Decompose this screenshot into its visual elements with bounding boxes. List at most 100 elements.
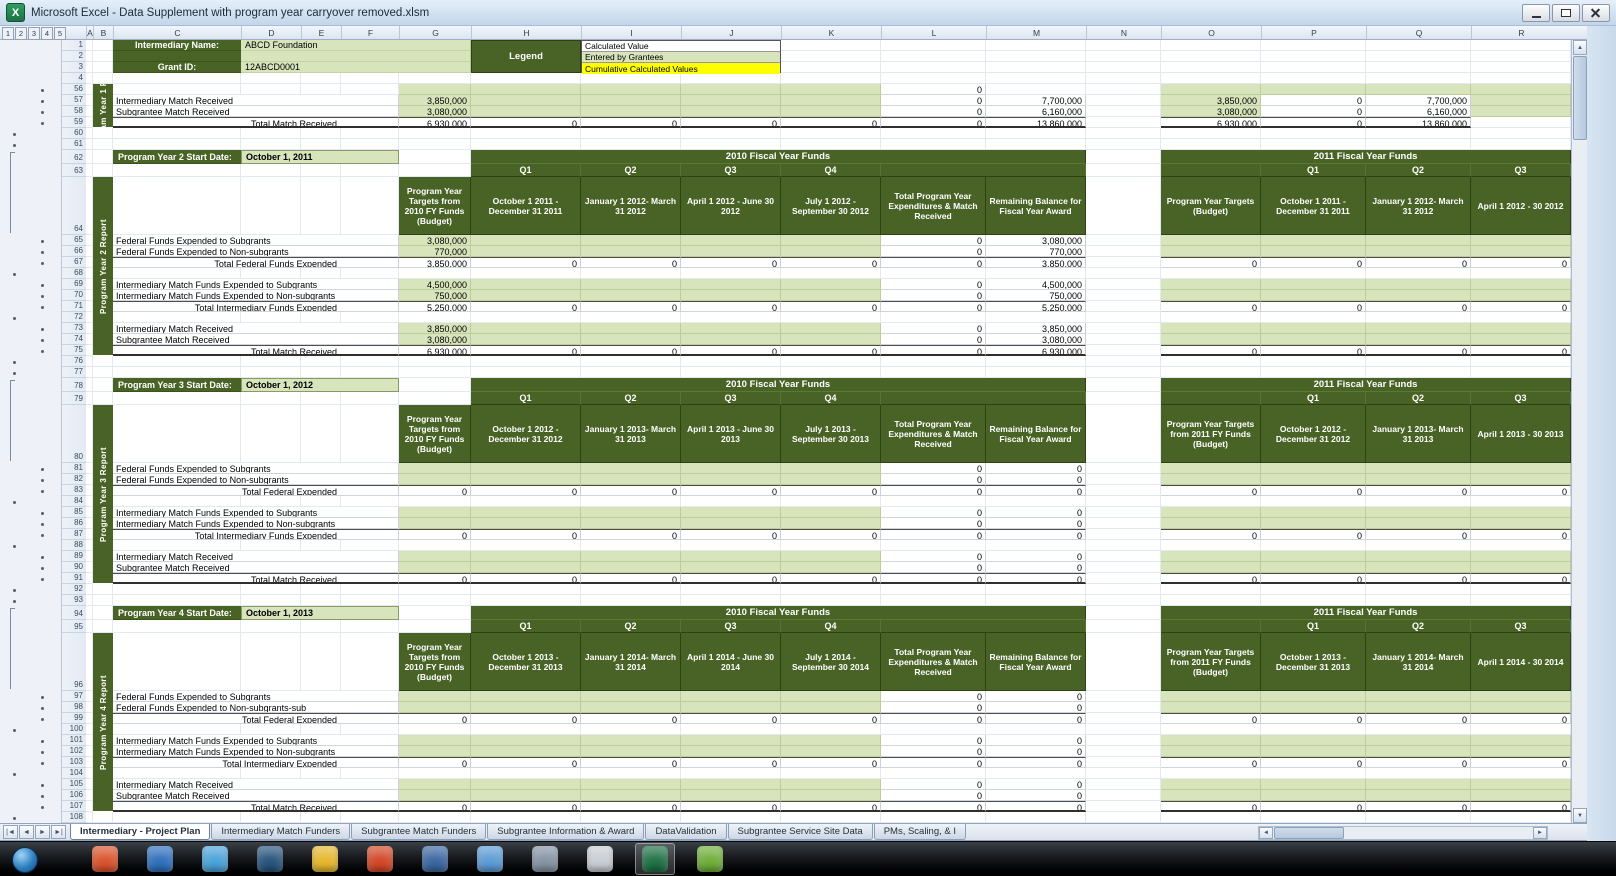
- row-header-72[interactable]: 72: [62, 312, 86, 323]
- taskbar-folder-icon[interactable]: [312, 846, 338, 872]
- row-label[interactable]: Federal Funds Expended to Subgrants: [113, 235, 399, 246]
- row-label[interactable]: Intermediary Match Received: [113, 95, 399, 106]
- row-header-92[interactable]: 92: [62, 584, 86, 595]
- tab-next-icon[interactable]: ►: [35, 825, 50, 839]
- cell-P67[interactable]: 0: [1261, 257, 1366, 268]
- fy-band-title[interactable]: 2011 Fiscal Year Funds: [1161, 150, 1571, 164]
- cell-H70[interactable]: [471, 290, 581, 301]
- cell-I87[interactable]: 0: [581, 529, 681, 540]
- row-header-102[interactable]: 102: [62, 746, 86, 757]
- cell-I103[interactable]: 0: [581, 757, 681, 768]
- cell-M102[interactable]: 0: [986, 746, 1086, 757]
- cell-R57[interactable]: [1471, 95, 1571, 106]
- sheet-tab-intermediary-match-funders[interactable]: Intermediary Match Funders: [211, 824, 350, 840]
- cell-K101[interactable]: [781, 735, 881, 746]
- cell-H101[interactable]: [471, 735, 581, 746]
- cell-Q69[interactable]: [1366, 279, 1471, 290]
- cell-R66[interactable]: [1471, 246, 1571, 257]
- cell-L67[interactable]: 0: [881, 257, 986, 268]
- cell-F99[interactable]: [341, 713, 399, 724]
- outline-level-button-5[interactable]: 5: [54, 27, 66, 40]
- cell-R102[interactable]: [1471, 746, 1571, 757]
- row-header-76[interactable]: 76: [62, 356, 86, 367]
- outline-dot[interactable]: [41, 122, 44, 125]
- cell-M87[interactable]: 0: [986, 529, 1086, 540]
- cell-Q105[interactable]: [1366, 779, 1471, 790]
- cell-J56[interactable]: [681, 84, 781, 95]
- column-header-K[interactable]: K: [781, 26, 881, 39]
- outline-dot[interactable]: [13, 600, 16, 603]
- row-header-56[interactable]: 56: [62, 84, 86, 95]
- row-header-3[interactable]: 3: [62, 62, 86, 73]
- cell-J58[interactable]: [681, 106, 781, 117]
- row-header-81[interactable]: 81: [62, 463, 86, 474]
- taskbar-app-icon[interactable]: [147, 846, 173, 872]
- row-header-74[interactable]: 74: [62, 334, 86, 345]
- outline-dot[interactable]: [41, 339, 44, 342]
- cell-K70[interactable]: [781, 290, 881, 301]
- cell-K81[interactable]: [781, 463, 881, 474]
- row-header-100[interactable]: 100: [62, 724, 86, 735]
- cell-K90[interactable]: [781, 562, 881, 573]
- row-header-62[interactable]: 62: [62, 150, 86, 164]
- cell-O90[interactable]: [1161, 562, 1261, 573]
- row-header-88[interactable]: 88: [62, 540, 86, 551]
- cell-G87[interactable]: 0: [399, 529, 471, 540]
- cell-G82[interactable]: [399, 474, 471, 485]
- column-title[interactable]: July 1 2012 - September 30 2012: [781, 177, 881, 235]
- cell-Q106[interactable]: [1366, 790, 1471, 801]
- cell-I75[interactable]: 0: [581, 345, 681, 356]
- row-label[interactable]: Intermediary Match Received: [113, 779, 399, 790]
- column-title[interactable]: January 1 2012- March 31 2012: [1366, 177, 1471, 235]
- row-header-82[interactable]: 82: [62, 474, 86, 485]
- cell-L65[interactable]: 0: [881, 235, 986, 246]
- cell-H105[interactable]: [471, 779, 581, 790]
- cell-Q81[interactable]: [1366, 463, 1471, 474]
- row-header-73[interactable]: 73: [62, 323, 86, 334]
- cell-J70[interactable]: [681, 290, 781, 301]
- cell-K107[interactable]: 0: [781, 801, 881, 812]
- quarter-label[interactable]: Q2: [1366, 392, 1471, 405]
- cell-K98[interactable]: [781, 702, 881, 713]
- cell-Q101[interactable]: [1366, 735, 1471, 746]
- cell-I89[interactable]: [581, 551, 681, 562]
- section-start-label[interactable]: Program Year 3 Start Date:: [113, 378, 241, 392]
- cell-J85[interactable]: [681, 507, 781, 518]
- cell-P82[interactable]: [1261, 474, 1366, 485]
- quarter-label[interactable]: Q3: [1471, 164, 1571, 177]
- cell-Q83[interactable]: 0: [1366, 485, 1471, 496]
- cell-K85[interactable]: [781, 507, 881, 518]
- row-header-106[interactable]: 106: [62, 790, 86, 801]
- outline-dot[interactable]: [41, 240, 44, 243]
- fy-band-title[interactable]: 2010 Fiscal Year Funds: [471, 606, 1086, 620]
- cell-G97[interactable]: [399, 691, 471, 702]
- cell-L70[interactable]: 0: [881, 290, 986, 301]
- cell-Q66[interactable]: [1366, 246, 1471, 257]
- cell-J65[interactable]: [681, 235, 781, 246]
- row-header-60[interactable]: 60: [62, 128, 86, 139]
- cell-K91[interactable]: 0: [781, 573, 881, 584]
- row-label[interactable]: Subgrantee Match Received: [113, 334, 399, 345]
- outline-dot[interactable]: [13, 144, 16, 147]
- cell-O67[interactable]: 0: [1161, 257, 1261, 268]
- cell-F67[interactable]: [341, 257, 399, 268]
- column-header-H[interactable]: H: [471, 26, 581, 39]
- row-header-90[interactable]: 90: [62, 562, 86, 573]
- cell-O82[interactable]: [1161, 474, 1261, 485]
- cell-R69[interactable]: [1471, 279, 1571, 290]
- cell-K105[interactable]: [781, 779, 881, 790]
- cell-I98[interactable]: [581, 702, 681, 713]
- column-title[interactable]: Program Year Targets from 2010 FY Funds …: [399, 633, 471, 691]
- cell-I102[interactable]: [581, 746, 681, 757]
- cell-L87[interactable]: 0: [881, 529, 986, 540]
- cell-O107[interactable]: 0: [1161, 801, 1261, 812]
- cell-K69[interactable]: [781, 279, 881, 290]
- cell-K71[interactable]: 0: [781, 301, 881, 312]
- cell-M91[interactable]: 0: [986, 573, 1086, 584]
- quarter-label[interactable]: Q1: [471, 164, 581, 177]
- cell-F83[interactable]: [341, 485, 399, 496]
- quarter-label[interactable]: Q1: [1261, 164, 1366, 177]
- cell-K86[interactable]: [781, 518, 881, 529]
- cell-M89[interactable]: 0: [986, 551, 1086, 562]
- outline-dot[interactable]: [13, 133, 16, 136]
